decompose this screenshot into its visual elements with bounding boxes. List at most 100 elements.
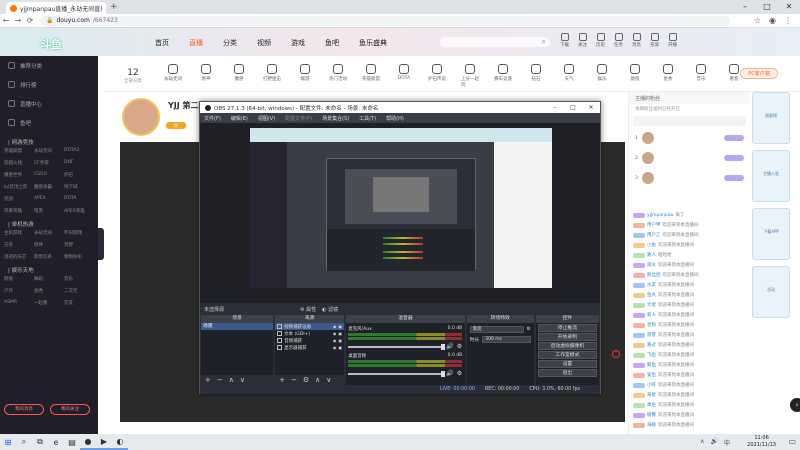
chat-username[interactable]: 小鱼 bbox=[647, 242, 656, 248]
sidebar-game-link[interactable]: DOTA2 bbox=[64, 148, 94, 154]
forward-icon[interactable]: → bbox=[12, 16, 24, 25]
taskbar-app-icon[interactable]: ▶ bbox=[96, 434, 112, 450]
source-item[interactable]: 显示器捕获 ◉ ▣ bbox=[275, 344, 344, 351]
chat-username[interactable]: 老粉 bbox=[647, 322, 656, 328]
sidebar-game-link[interactable]: 永劫无间 bbox=[34, 148, 64, 154]
search-icon[interactable]: ⌕ bbox=[542, 37, 546, 46]
visibility-eye-icon[interactable]: ◉ bbox=[333, 338, 337, 343]
sidebar-item[interactable]: 鱼吧 bbox=[0, 113, 98, 132]
back-icon[interactable]: ← bbox=[0, 16, 12, 25]
obs-close-button[interactable]: ✕ bbox=[582, 104, 600, 111]
sidebar-button-messages[interactable]: 我的消息 bbox=[4, 404, 44, 415]
obs-titlebar[interactable]: OBS 27.1.3 (64-bit, windows) - 配置文件: 未命名… bbox=[200, 102, 600, 113]
header-icon-item[interactable]: 下载 bbox=[560, 33, 569, 48]
search-input[interactable]: ⌕ bbox=[440, 37, 550, 47]
control-button[interactable]: 退出 bbox=[537, 369, 597, 377]
sidebar-game-link[interactable]: 户外 bbox=[4, 288, 34, 294]
chat-username[interactable]: 游客 bbox=[647, 332, 656, 338]
sidebar-game-link[interactable]: 炉石 bbox=[64, 172, 94, 178]
category-item[interactable]: 热门活动 bbox=[329, 64, 347, 88]
nav-item[interactable]: 游戏 bbox=[291, 38, 305, 48]
category-item[interactable]: 魔兽 bbox=[230, 64, 248, 88]
chat-username[interactable]: 鱼丸 bbox=[647, 292, 656, 298]
maximize-button[interactable]: □ bbox=[756, 0, 778, 14]
category-count[interactable]: 12 全部分类 bbox=[124, 68, 142, 84]
sidebar-game-link[interactable]: 魔兽世界 bbox=[4, 172, 34, 178]
nav-item[interactable]: 首页 bbox=[155, 38, 169, 48]
sidebar-item[interactable]: 排行榜 bbox=[0, 75, 98, 94]
chat-username[interactable]: 用户乙 bbox=[647, 232, 661, 238]
sidebar-game-link[interactable]: 颜值 bbox=[4, 276, 34, 282]
chat-username[interactable]: yjjmpanpau bbox=[647, 213, 673, 218]
category-item[interactable]: 星秀 bbox=[659, 64, 677, 88]
taskbar-app-icon[interactable]: ● bbox=[80, 434, 96, 450]
transition-select[interactable]: 渐变 bbox=[469, 326, 524, 333]
sidebar-game-link[interactable]: 方舟 bbox=[4, 242, 34, 248]
duration-input[interactable]: 300 ms bbox=[482, 336, 531, 343]
sidebar-game-link[interactable]: 刺客信条 bbox=[34, 254, 64, 260]
sidebar-game-link[interactable]: 星秀 bbox=[34, 288, 64, 294]
obs-menu-item[interactable]: 编辑(E) bbox=[231, 115, 248, 122]
sidebar-game-link[interactable]: ASMR bbox=[4, 300, 34, 306]
chat-username[interactable]: 螃蟹 bbox=[647, 412, 656, 418]
category-item[interactable]: 原神 bbox=[197, 64, 215, 88]
speaker-icon[interactable]: 🔊 bbox=[446, 343, 453, 350]
filters-button[interactable]: ◐ 滤镜 bbox=[322, 306, 338, 313]
move-up-button[interactable]: ∧ bbox=[315, 376, 320, 384]
chat-username[interactable]: 路人 bbox=[647, 252, 656, 258]
sidebar-game-link[interactable]: 怀旧游戏 bbox=[64, 230, 94, 236]
move-down-button[interactable]: ∨ bbox=[326, 376, 331, 384]
category-item[interactable]: 娱乐 bbox=[593, 64, 611, 88]
obs-minimize-button[interactable]: – bbox=[546, 104, 564, 111]
source-item[interactable]: 视频捕获设备 ◉ ▣ bbox=[275, 323, 345, 330]
control-button[interactable]: 工作室模式 bbox=[537, 351, 597, 359]
chat-username[interactable]: 海豚 bbox=[647, 422, 656, 428]
taskbar-app-icon[interactable]: ⧉ bbox=[32, 434, 48, 450]
browser-menu-icon[interactable]: ⋮ bbox=[784, 16, 792, 25]
volume-slider-knob[interactable] bbox=[441, 343, 446, 350]
notification-icon[interactable]: ▭ bbox=[788, 437, 796, 446]
sidebar-item[interactable]: 推荐分类 bbox=[0, 56, 98, 75]
tray-icon[interactable]: 中 bbox=[724, 438, 730, 447]
new-tab-button[interactable]: + bbox=[110, 2, 118, 12]
move-up-button[interactable]: ∧ bbox=[229, 376, 234, 384]
close-button[interactable]: ✕ bbox=[778, 0, 800, 14]
sidebar-game-link[interactable]: 舞蹈 bbox=[34, 276, 64, 282]
sidebar-game-link[interactable]: DOTA bbox=[64, 196, 94, 202]
scene-item[interactable]: 场景 bbox=[201, 323, 274, 330]
remove-source-button[interactable]: − bbox=[291, 376, 297, 384]
obs-preview[interactable]: ➤ bbox=[200, 123, 600, 337]
sidebar-game-link[interactable]: 穿越火线 bbox=[4, 160, 34, 166]
sidebar-game-link[interactable]: 英雄联盟 bbox=[4, 148, 34, 154]
visibility-eye-icon[interactable]: ◉ bbox=[333, 345, 337, 350]
chat-username[interactable]: 海星 bbox=[647, 392, 656, 398]
nav-item[interactable]: 鱼吧 bbox=[325, 38, 339, 48]
control-button[interactable]: 停止推流 bbox=[537, 324, 597, 332]
nav-item[interactable]: 视频 bbox=[257, 38, 271, 48]
sidebar-game-link[interactable]: lol云顶之弈 bbox=[4, 184, 34, 190]
reload-icon[interactable]: ⟳ bbox=[24, 16, 36, 25]
chat-username[interactable]: 章鱼 bbox=[647, 402, 656, 408]
tray-icon[interactable]: 🔊 bbox=[711, 438, 718, 447]
sidebar-game-link[interactable]: 永劫无间 bbox=[34, 230, 64, 236]
channel-gear-icon[interactable]: ⚙ bbox=[457, 343, 462, 350]
lock-icon[interactable]: ▣ bbox=[338, 324, 342, 329]
nav-item[interactable]: 直播 bbox=[189, 38, 203, 48]
start-button[interactable]: ⊞ bbox=[0, 434, 16, 450]
taskbar-app-icon[interactable]: ▤ bbox=[64, 434, 80, 450]
category-item[interactable]: 炉石传说 bbox=[428, 64, 446, 88]
site-logo[interactable]: 斗鱼 bbox=[40, 36, 62, 52]
side-ad[interactable]: 下载APP bbox=[752, 208, 790, 260]
category-item[interactable]: 打野狙击 bbox=[263, 64, 281, 88]
sidebar-game-link[interactable]: 音乐 bbox=[64, 276, 94, 282]
profile-icon[interactable]: ◉ bbox=[769, 16, 776, 25]
chat-tabs[interactable] bbox=[633, 116, 746, 126]
remove-scene-button[interactable]: − bbox=[217, 376, 223, 384]
browser-tab[interactable]: yjjmpanpau直播_永劫无间直播 bbox=[6, 2, 106, 14]
obs-menu-item[interactable]: 文件(F) bbox=[204, 115, 221, 122]
streamer-avatar[interactable] bbox=[122, 98, 160, 136]
chat-username[interactable]: 路过 bbox=[647, 342, 656, 348]
category-item[interactable]: 音乐 bbox=[692, 64, 710, 88]
tray-icon[interactable]: ∧ bbox=[700, 438, 704, 447]
control-button[interactable]: 设置 bbox=[537, 360, 597, 368]
